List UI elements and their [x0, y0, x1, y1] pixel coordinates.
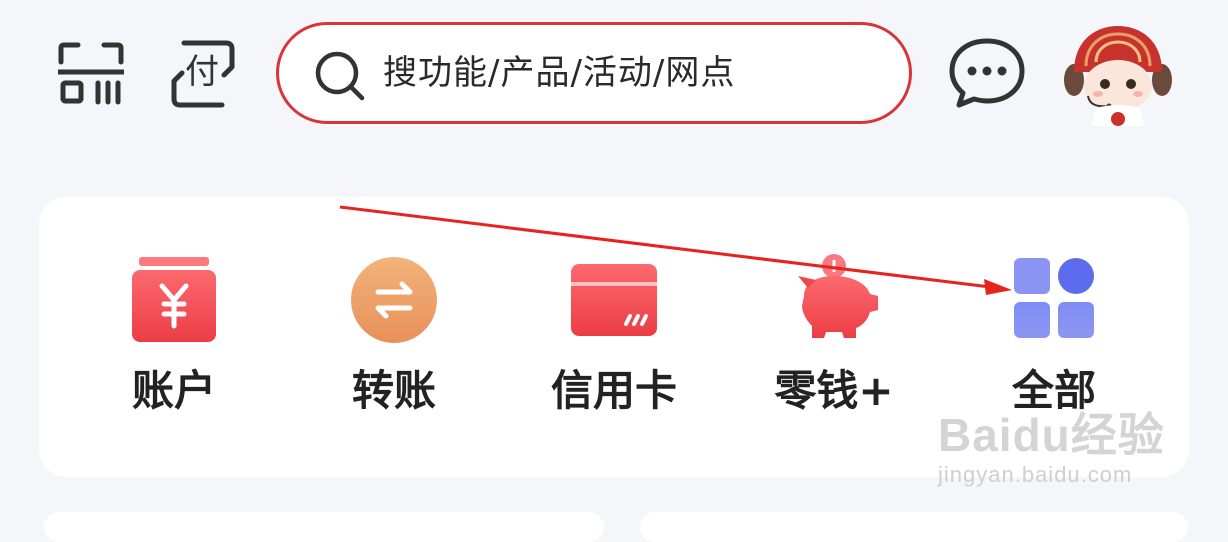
func-change-plus-label: 零钱+ [774, 366, 894, 415]
search-icon [315, 51, 367, 107]
func-account-label: 账户 [131, 366, 216, 415]
func-transfer-label: 转账 [351, 366, 436, 415]
pay-icon-label: 付 [185, 52, 219, 92]
func-credit-card[interactable]: 信用卡 [504, 197, 724, 457]
next-card-left [44, 512, 604, 542]
func-transfer[interactable]: 转账 [284, 197, 504, 457]
func-change-plus[interactable]: 零钱+ [724, 197, 944, 457]
next-card-right [640, 512, 1188, 542]
watermark-line2: jingyan.baidu.com [938, 462, 1133, 487]
mascot-avatar[interactable] [1060, 22, 1176, 126]
func-credit-card-label: 信用卡 [550, 366, 677, 415]
credit-card-icon [564, 252, 664, 352]
all-grid-icon [1004, 252, 1104, 352]
watermark-line1: Baidu经验 [938, 409, 1165, 461]
transfer-arrows-icon [344, 252, 444, 352]
message-icon[interactable] [948, 37, 1026, 109]
piggy-bank-icon [784, 252, 884, 352]
pay-code-icon[interactable]: 付 [170, 39, 236, 109]
func-account[interactable]: 账户 [64, 197, 284, 457]
watermark: Baidu经验 jingyan.baidu.com [938, 412, 1165, 486]
search-input-placeholder: 搜功能/产品/活动/网点 [383, 53, 736, 93]
search-bar[interactable]: 搜功能/产品/活动/网点 [276, 22, 912, 124]
wallet-yuan-icon [124, 252, 224, 352]
scan-icon[interactable] [55, 42, 127, 106]
